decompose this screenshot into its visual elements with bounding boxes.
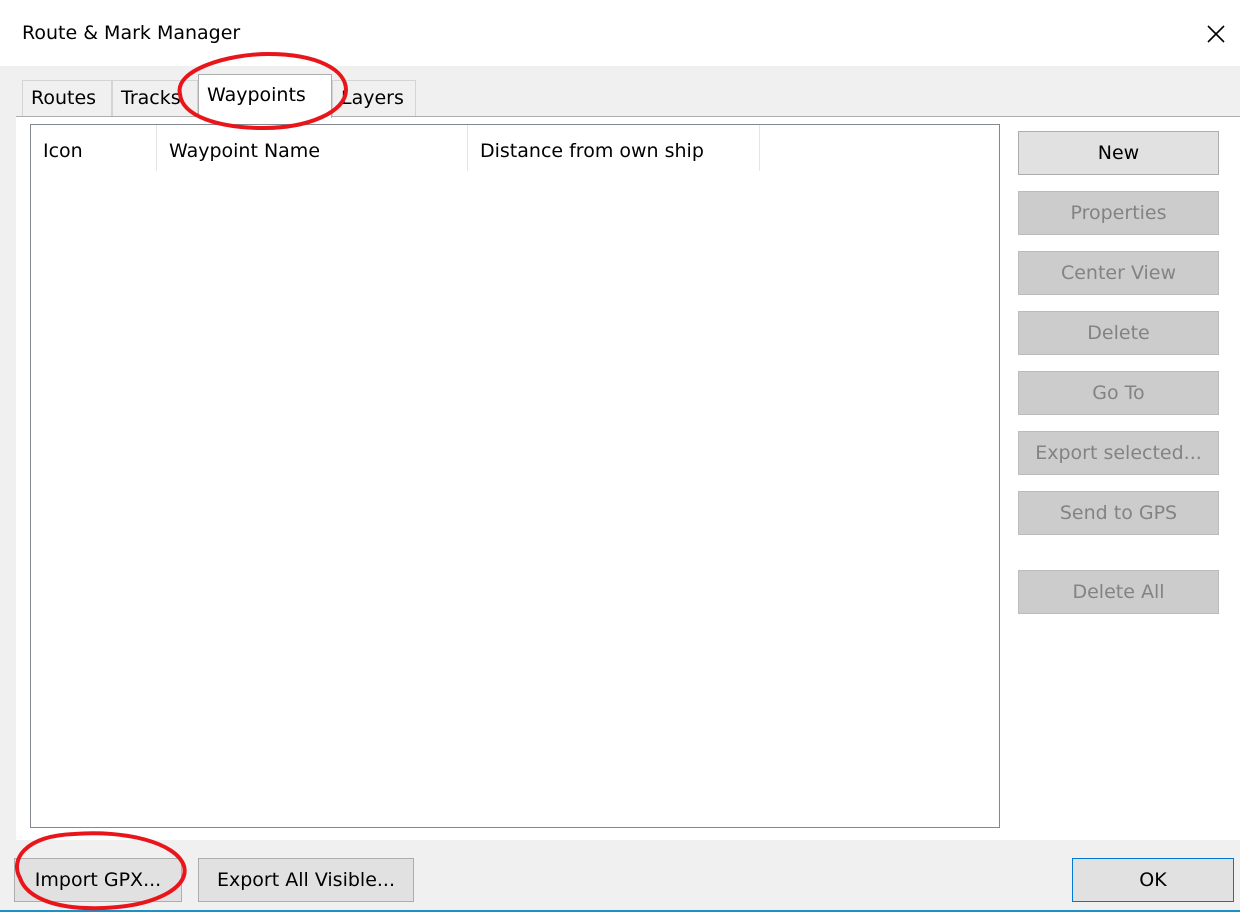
properties-button[interactable]: Properties — [1018, 191, 1219, 235]
tab-tracks-label: Tracks — [121, 87, 181, 109]
title-bar: Route & Mark Manager — [0, 0, 1240, 66]
delete-button[interactable]: Delete — [1018, 311, 1219, 355]
column-header-icon[interactable]: Icon — [31, 125, 157, 171]
close-icon — [1207, 25, 1225, 43]
tab-layers[interactable]: Layers — [332, 80, 416, 116]
new-button[interactable]: New — [1018, 131, 1219, 175]
export-selected-button[interactable]: Export selected... — [1018, 431, 1219, 475]
center-view-button[interactable]: Center View — [1018, 251, 1219, 295]
tab-waypoints[interactable]: Waypoints — [198, 74, 332, 118]
import-gpx-button[interactable]: Import GPX... — [14, 858, 182, 902]
column-header-distance[interactable]: Distance from own ship — [468, 125, 760, 171]
ok-button[interactable]: OK — [1072, 858, 1234, 902]
tab-routes[interactable]: Routes — [22, 80, 112, 116]
tab-tracks[interactable]: Tracks — [112, 80, 198, 116]
close-button[interactable] — [1196, 14, 1236, 54]
tab-routes-label: Routes — [31, 87, 97, 109]
delete-all-button[interactable]: Delete All — [1018, 570, 1219, 614]
route-mark-manager-dialog: Route & Mark Manager Routes Tracks Waypo… — [0, 0, 1240, 912]
tab-layers-label: Layers — [341, 87, 404, 109]
send-to-gps-button[interactable]: Send to GPS — [1018, 491, 1219, 535]
column-header-waypoint-name[interactable]: Waypoint Name — [157, 125, 468, 171]
tab-waypoints-label: Waypoints — [207, 84, 306, 106]
export-all-visible-button[interactable]: Export All Visible... — [198, 858, 414, 902]
go-to-button[interactable]: Go To — [1018, 371, 1219, 415]
waypoint-list[interactable]: Icon Waypoint Name Distance from own shi… — [30, 124, 1000, 828]
window-title: Route & Mark Manager — [22, 22, 241, 44]
